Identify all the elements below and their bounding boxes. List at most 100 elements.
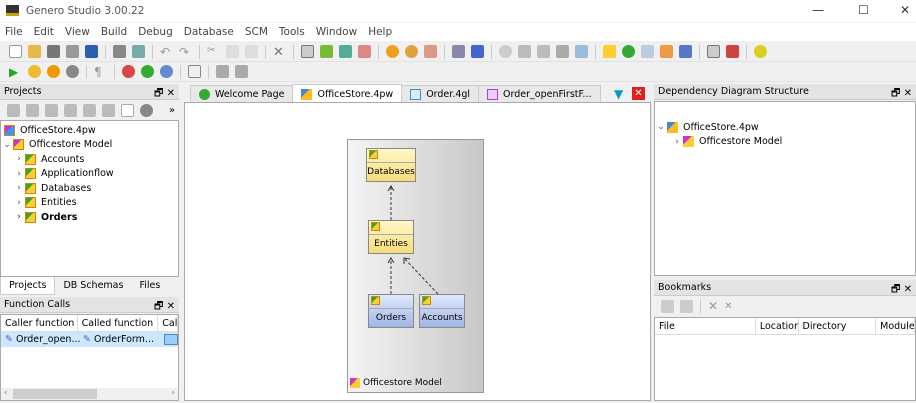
- tool3-icon[interactable]: [537, 45, 550, 58]
- link-icon[interactable]: [339, 45, 352, 58]
- tree-item-model[interactable]: ⌄ Officestore Model: [1, 138, 178, 153]
- redo-icon[interactable]: ↷: [179, 45, 192, 59]
- tree-item-project[interactable]: ⌄ OfficeStore.4pw: [655, 120, 915, 135]
- tab-order-openfirstf[interactable]: Order_openFirstF...: [478, 85, 601, 103]
- home-icon[interactable]: [622, 45, 635, 58]
- delete-icon[interactable]: ✕: [708, 299, 718, 313]
- cut-icon[interactable]: ✂: [207, 45, 220, 58]
- project-tool-icon[interactable]: [121, 103, 134, 117]
- tree-item-project[interactable]: OfficeStore.4pw: [1, 123, 178, 138]
- minimize-button[interactable]: —: [812, 3, 824, 17]
- diagram-canvas[interactable]: Databases Entities Orders Accounts Offic…: [184, 102, 651, 401]
- new-file-icon[interactable]: [9, 45, 22, 58]
- debug-icon[interactable]: [47, 65, 60, 78]
- print-preview-icon[interactable]: [132, 45, 145, 58]
- window-icon[interactable]: [707, 45, 720, 58]
- help-icon[interactable]: [754, 45, 767, 58]
- delete-all-icon[interactable]: ✕: [724, 301, 732, 312]
- column-header[interactable]: Location: [756, 318, 799, 334]
- more-icon[interactable]: »: [169, 105, 175, 116]
- tab-db-schemas[interactable]: DB Schemas: [55, 277, 131, 294]
- bookmark-edit-icon[interactable]: [680, 299, 693, 313]
- menu-file[interactable]: File: [0, 23, 29, 41]
- column-header[interactable]: Directory: [799, 318, 877, 334]
- layout2-icon[interactable]: [235, 65, 248, 78]
- copy-icon[interactable]: [226, 45, 239, 58]
- deploy-icon[interactable]: [471, 45, 484, 58]
- zoom-reset-icon[interactable]: [160, 65, 173, 78]
- db-icon[interactable]: [452, 45, 465, 58]
- zoom-icon[interactable]: [641, 45, 654, 58]
- column-header[interactable]: Module: [876, 318, 915, 334]
- clean-all-icon[interactable]: [424, 45, 437, 58]
- menu-build[interactable]: Build: [96, 23, 133, 41]
- stop-icon[interactable]: [66, 65, 79, 78]
- undo-icon[interactable]: ↶: [160, 45, 173, 59]
- print-icon[interactable]: [113, 45, 126, 58]
- project-tool-icon[interactable]: [7, 103, 20, 117]
- frame-icon[interactable]: [188, 65, 201, 78]
- tab-welcome-page[interactable]: Welcome Page: [190, 85, 294, 103]
- compile-icon[interactable]: [320, 45, 333, 58]
- tab-order-4gl[interactable]: Order.4gl: [401, 85, 480, 103]
- model-group[interactable]: Databases Entities Orders Accounts Offic…: [347, 139, 484, 393]
- project-tool-icon[interactable]: [45, 103, 58, 117]
- open-icon[interactable]: [28, 45, 41, 58]
- close-tab-icon[interactable]: ✕: [632, 87, 645, 100]
- puzzle-icon[interactable]: [660, 45, 673, 58]
- project-tool-icon[interactable]: [140, 103, 153, 117]
- tree-item-databases[interactable]: › Databases: [1, 181, 178, 196]
- tab-officestore-4pw[interactable]: OfficeStore.4pw: [292, 84, 403, 103]
- build-icon[interactable]: [386, 45, 399, 58]
- save-all-icon[interactable]: [85, 45, 98, 58]
- tool4-icon[interactable]: [556, 45, 569, 58]
- menu-tools[interactable]: Tools: [274, 23, 311, 41]
- menu-help[interactable]: Help: [363, 23, 398, 41]
- project-tool-icon[interactable]: [83, 103, 96, 117]
- column-header[interactable]: Cal: [158, 315, 178, 331]
- zoom-in-icon[interactable]: [141, 65, 154, 78]
- menu-window[interactable]: Window: [311, 23, 363, 41]
- run-profile-icon[interactable]: [28, 65, 41, 78]
- menu-database[interactable]: Database: [179, 23, 240, 41]
- column-header[interactable]: Called function: [78, 315, 159, 331]
- bookmark-add-icon[interactable]: [661, 299, 674, 313]
- save-icon[interactable]: [47, 45, 60, 58]
- paste-icon[interactable]: [245, 45, 258, 58]
- layout-icon[interactable]: [216, 65, 229, 78]
- pilcrow-icon[interactable]: ¶: [94, 65, 107, 79]
- tool-icon[interactable]: [499, 45, 512, 58]
- rebuild-icon[interactable]: [405, 45, 418, 58]
- tab-list-dropdown-icon[interactable]: ▼: [614, 87, 623, 101]
- horizontal-scrollbar[interactable]: ‹ ›: [1, 388, 178, 400]
- save-as-icon[interactable]: [66, 45, 79, 58]
- project-tool-icon[interactable]: [26, 103, 39, 117]
- tree-item-entities[interactable]: › Entities: [1, 196, 178, 211]
- tree-item-applicationflow[interactable]: › Applicationflow: [1, 167, 178, 182]
- table-row[interactable]: ✎ Order_open... ✎ OrderForm...: [1, 332, 178, 347]
- tree-item-orders[interactable]: › Orders: [1, 210, 178, 225]
- maximize-button[interactable]: ☐: [858, 3, 869, 17]
- config-icon[interactable]: [679, 45, 692, 58]
- search-icon[interactable]: [575, 45, 588, 58]
- tree-item-model[interactable]: › Officestore Model: [655, 135, 915, 150]
- menu-debug[interactable]: Debug: [133, 23, 179, 41]
- tab-projects[interactable]: Projects: [0, 277, 56, 295]
- delete-icon[interactable]: ✕: [273, 45, 286, 60]
- column-header[interactable]: File: [655, 318, 756, 334]
- menu-view[interactable]: View: [60, 23, 96, 41]
- zoom-out-icon[interactable]: [122, 65, 135, 78]
- project-tool-icon[interactable]: [102, 103, 115, 117]
- clean-icon[interactable]: [358, 45, 371, 58]
- run-icon[interactable]: ▶: [9, 65, 22, 79]
- tool2-icon[interactable]: [518, 45, 531, 58]
- menu-edit[interactable]: Edit: [29, 23, 60, 41]
- tab-files[interactable]: Files: [131, 277, 168, 294]
- menu-scm[interactable]: SCM: [240, 23, 274, 41]
- folder-icon[interactable]: [603, 45, 616, 58]
- project-tool-icon[interactable]: [64, 103, 77, 117]
- find-icon[interactable]: [301, 45, 314, 58]
- tree-item-accounts[interactable]: › Accounts: [1, 152, 178, 167]
- settings-icon[interactable]: [726, 45, 739, 58]
- close-button[interactable]: ✕: [900, 3, 910, 17]
